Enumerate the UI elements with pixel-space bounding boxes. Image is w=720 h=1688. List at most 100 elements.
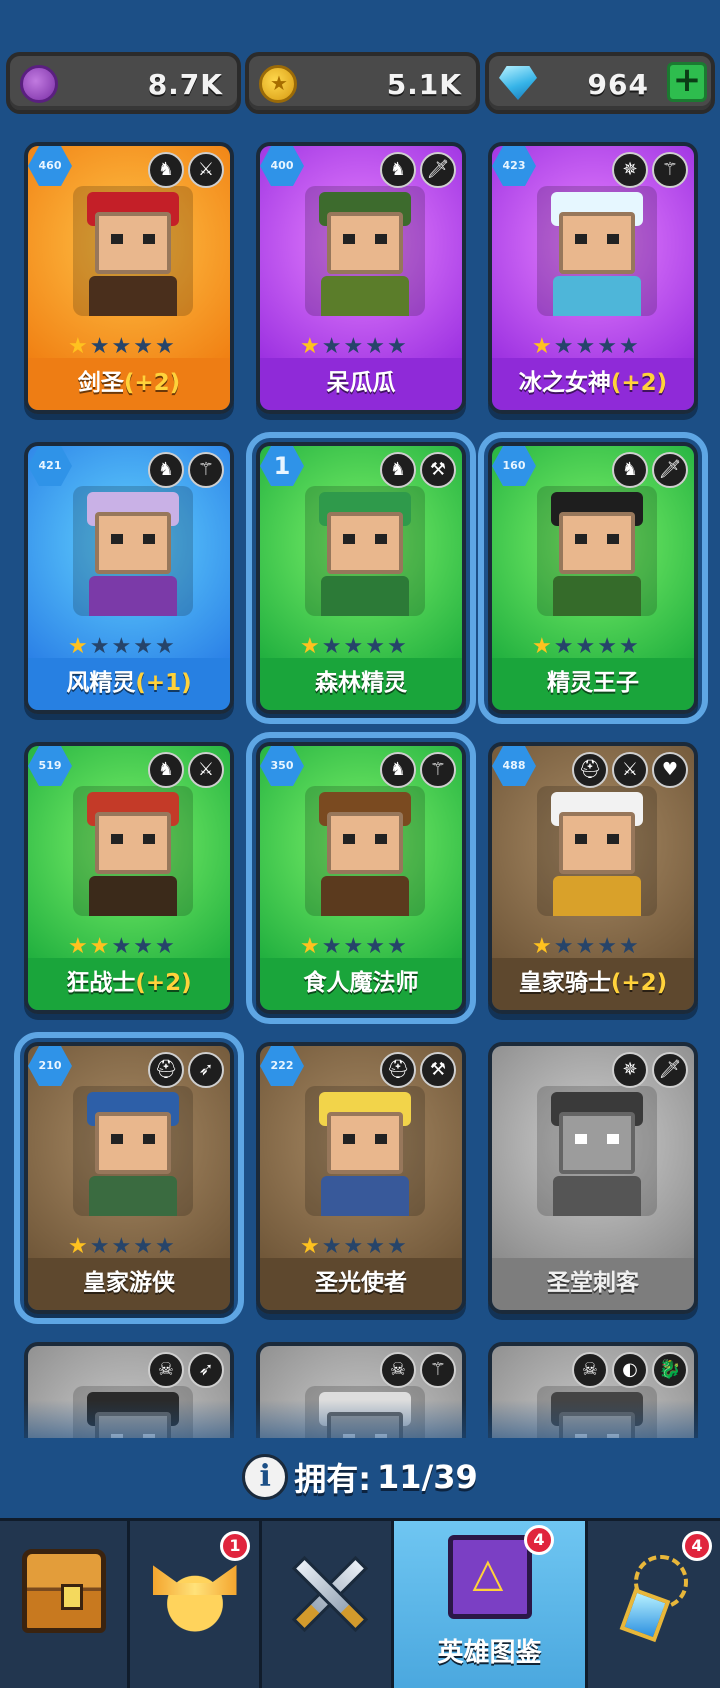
- star-empty-icon: ★: [365, 634, 385, 659]
- hero-name: 圣光使者: [315, 1270, 407, 1296]
- hero-class-icon: ♞: [380, 452, 416, 488]
- gold-currency[interactable]: 5.1K: [245, 52, 480, 114]
- star-empty-icon: ★: [386, 1234, 407, 1259]
- hero-card[interactable]: 350 ♞ ⚚ ★ ★ ★ ★ ★ 食人魔法师: [246, 732, 476, 1024]
- hero-class-icons: ✵ ⚚: [612, 152, 688, 188]
- star-empty-icon: ★: [343, 934, 364, 959]
- add-gems-button[interactable]: +: [667, 62, 707, 102]
- hero-card[interactable]: ✵ 🗡 圣堂刺客: [488, 1042, 698, 1314]
- hero-class-icon: ♞: [148, 452, 184, 488]
- hero-class-icon: 🗡: [420, 152, 456, 188]
- hero-name-bar: 风精灵(+1): [28, 658, 230, 710]
- hero-portrait: [537, 186, 657, 316]
- star-empty-icon: ★: [553, 934, 574, 959]
- star-filled-icon: ★: [68, 634, 88, 659]
- hero-class-icon: ⚚: [652, 152, 688, 188]
- hero-class-icons: ⛑ ⚔ ♥: [572, 752, 688, 788]
- hero-name-bar: 圣光使者: [260, 1258, 462, 1310]
- hero-name: 冰之女神: [518, 370, 611, 396]
- hero-class-icon: ♞: [380, 152, 416, 188]
- star-empty-icon: ★: [154, 634, 175, 659]
- hero-class-icon: ⚔: [612, 752, 648, 788]
- star-empty-icon: ★: [154, 934, 175, 959]
- bottom-nav: 1 4 英雄图鉴 4: [0, 1518, 720, 1688]
- nav-shop[interactable]: [0, 1521, 130, 1688]
- hero-card[interactable]: 400 ♞ 🗡 ★ ★ ★ ★ ★ 呆瓜瓜: [256, 142, 466, 414]
- hero-class-icons: ♞ 🗡: [380, 152, 456, 188]
- star-empty-icon: ★: [575, 934, 596, 959]
- hero-name: 呆瓜瓜: [326, 370, 396, 396]
- purple-coin-icon: [20, 65, 58, 103]
- gem-currency[interactable]: 964 +: [485, 52, 715, 114]
- hero-stars: ★ ★ ★ ★ ★: [532, 336, 639, 358]
- hero-name-bar: 圣堂刺客: [492, 1258, 694, 1310]
- nav-hero[interactable]: 1: [130, 1521, 262, 1688]
- winged-helmet-icon: [152, 1549, 237, 1633]
- info-icon[interactable]: i: [242, 1454, 289, 1500]
- nav-items[interactable]: 4: [588, 1521, 720, 1688]
- hero-card[interactable]: 423 ✵ ⚚ ★ ★ ★ ★ ★ 冰之女神(+2): [488, 142, 698, 414]
- star-empty-icon: ★: [618, 934, 639, 959]
- star-empty-icon: ★: [365, 1234, 385, 1259]
- hero-class-icon: ⚚: [188, 452, 224, 488]
- hero-class-icon: ⚒: [420, 1052, 456, 1088]
- hero-card[interactable]: 519 ♞ ⚔ ★ ★ ★ ★ ★ 狂战士(+2): [24, 742, 234, 1014]
- star-empty-icon: ★: [386, 934, 407, 959]
- nav-battle[interactable]: [262, 1521, 394, 1688]
- hero-name: 皇家骑士: [518, 970, 611, 996]
- purple-currency[interactable]: 8.7K: [6, 52, 241, 114]
- hero-bonus: (+2): [135, 970, 192, 996]
- nav-codex[interactable]: 4 英雄图鉴: [394, 1521, 588, 1688]
- hero-class-icons: ☠ ⚚: [380, 1352, 456, 1388]
- hero-card[interactable]: 160 ♞ 🗡 ★ ★ ★ ★ ★ 精灵王子: [478, 432, 708, 724]
- hero-card[interactable]: 460 ♞ ⚔ ★ ★ ★ ★ ★ 剑圣(+2): [24, 142, 234, 414]
- hero-portrait: [537, 1086, 657, 1216]
- star-empty-icon: ★: [133, 934, 153, 959]
- gem-amount: 964: [587, 68, 649, 101]
- hero-card[interactable]: 1 ♞ ⚒ ★ ★ ★ ★ ★ 森林精灵: [246, 432, 476, 724]
- nav-codex-label: 英雄图鉴: [437, 1638, 542, 1668]
- hero-class-icon: ☠: [380, 1352, 416, 1388]
- hero-portrait: [73, 186, 193, 316]
- hero-name: 精灵王子: [547, 670, 639, 696]
- star-filled-icon: ★: [532, 334, 552, 359]
- star-empty-icon: ★: [154, 334, 175, 359]
- star-filled-icon: ★: [89, 934, 110, 959]
- purple-amount: 8.7K: [147, 68, 223, 101]
- hero-bonus: (+2): [123, 370, 181, 396]
- hero-card[interactable]: 488 ⛑ ⚔ ♥ ★ ★ ★ ★ ★ 皇家骑士(+2): [488, 742, 698, 1014]
- hero-stars: ★ ★ ★ ★ ★: [300, 336, 407, 358]
- hero-stars: ★ ★ ★ ★ ★: [68, 1236, 175, 1258]
- hero-class-icon: ♞: [148, 752, 184, 788]
- star-filled-icon: ★: [300, 934, 320, 959]
- nav-codex-badge: 4: [524, 1525, 554, 1555]
- star-empty-icon: ★: [111, 334, 132, 359]
- owned-counter: i 拥有: 11/39: [0, 1452, 720, 1502]
- star-empty-icon: ★: [89, 1234, 110, 1259]
- hero-class-icons: ☠ ◐ 🐉: [572, 1352, 688, 1388]
- hero-class-icons: ♞ ⚔: [148, 152, 224, 188]
- hero-class-icon: ☠: [572, 1352, 608, 1388]
- hero-name-bar: 狂战士(+2): [28, 958, 230, 1010]
- currency-bar: 8.7K 5.1K 964 +: [0, 52, 720, 116]
- hero-card[interactable]: 222 ⛑ ⚒ ★ ★ ★ ★ ★ 圣光使者: [256, 1042, 466, 1314]
- status-area: [0, 0, 720, 48]
- hero-class-icon: ⚒: [420, 452, 456, 488]
- hero-class-icon: ♞: [148, 152, 184, 188]
- hero-class-icon: ⚔: [188, 152, 224, 188]
- hero-stars: ★ ★ ★ ★ ★: [68, 336, 175, 358]
- star-empty-icon: ★: [321, 634, 342, 659]
- star-empty-icon: ★: [618, 334, 639, 359]
- star-empty-icon: ★: [597, 634, 617, 659]
- hero-class-icon: ⛑: [380, 1052, 416, 1088]
- hero-class-icon: ✵: [612, 1052, 648, 1088]
- star-empty-icon: ★: [553, 634, 574, 659]
- hero-name-bar: 呆瓜瓜: [260, 358, 462, 410]
- hero-class-icon: ✵: [612, 152, 648, 188]
- star-empty-icon: ★: [597, 334, 617, 359]
- star-filled-icon: ★: [532, 934, 552, 959]
- star-empty-icon: ★: [321, 1234, 342, 1259]
- hero-card[interactable]: 421 ♞ ⚚ ★ ★ ★ ★ ★ 风精灵(+1): [24, 442, 234, 714]
- star-filled-icon: ★: [300, 334, 320, 359]
- hero-card[interactable]: 210 ⛑ ➶ ★ ★ ★ ★ ★ 皇家游侠: [14, 1032, 244, 1324]
